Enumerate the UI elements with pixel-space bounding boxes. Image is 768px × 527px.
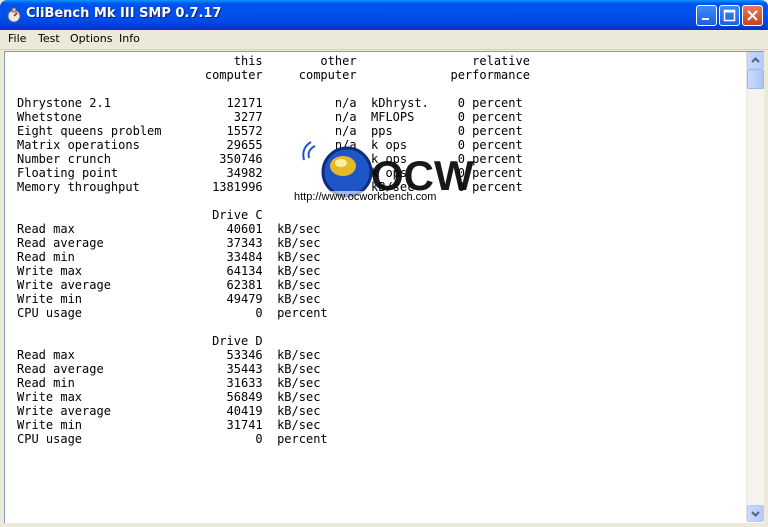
application-window: CliBench Mk III SMP 0.7.17 File Test Opt… xyxy=(0,0,768,527)
scroll-thumb[interactable] xyxy=(747,69,764,89)
vertical-scrollbar[interactable] xyxy=(746,52,764,522)
menu-bar: File Test Options Info xyxy=(0,30,768,50)
menu-file[interactable]: File xyxy=(8,32,26,45)
maximize-button[interactable] xyxy=(719,5,740,26)
clibench-app-icon[interactable] xyxy=(6,7,22,23)
menu-options[interactable]: Options xyxy=(70,32,112,45)
ocw-url: http://www.ocworkbench.com xyxy=(294,191,437,203)
benchmark-report: this other relative computer computer pe… xyxy=(17,54,530,446)
close-icon xyxy=(747,10,758,21)
report-view[interactable]: this other relative computer computer pe… xyxy=(4,51,764,523)
minimize-button[interactable] xyxy=(696,5,717,26)
window-title: CliBench Mk III SMP 0.7.17 xyxy=(26,6,222,21)
scroll-down-button[interactable] xyxy=(747,505,764,522)
menu-test[interactable]: Test xyxy=(38,32,60,45)
scroll-up-button[interactable] xyxy=(747,52,764,69)
minimize-icon xyxy=(702,18,709,20)
title-bar[interactable]: CliBench Mk III SMP 0.7.17 xyxy=(0,0,768,30)
maximize-icon xyxy=(723,9,736,22)
report-text-area[interactable]: this other relative computer computer pe… xyxy=(5,52,745,522)
arrow-down-icon xyxy=(751,511,760,517)
close-button[interactable] xyxy=(742,5,763,26)
arrow-up-icon xyxy=(751,57,760,63)
menu-info[interactable]: Info xyxy=(119,32,140,45)
